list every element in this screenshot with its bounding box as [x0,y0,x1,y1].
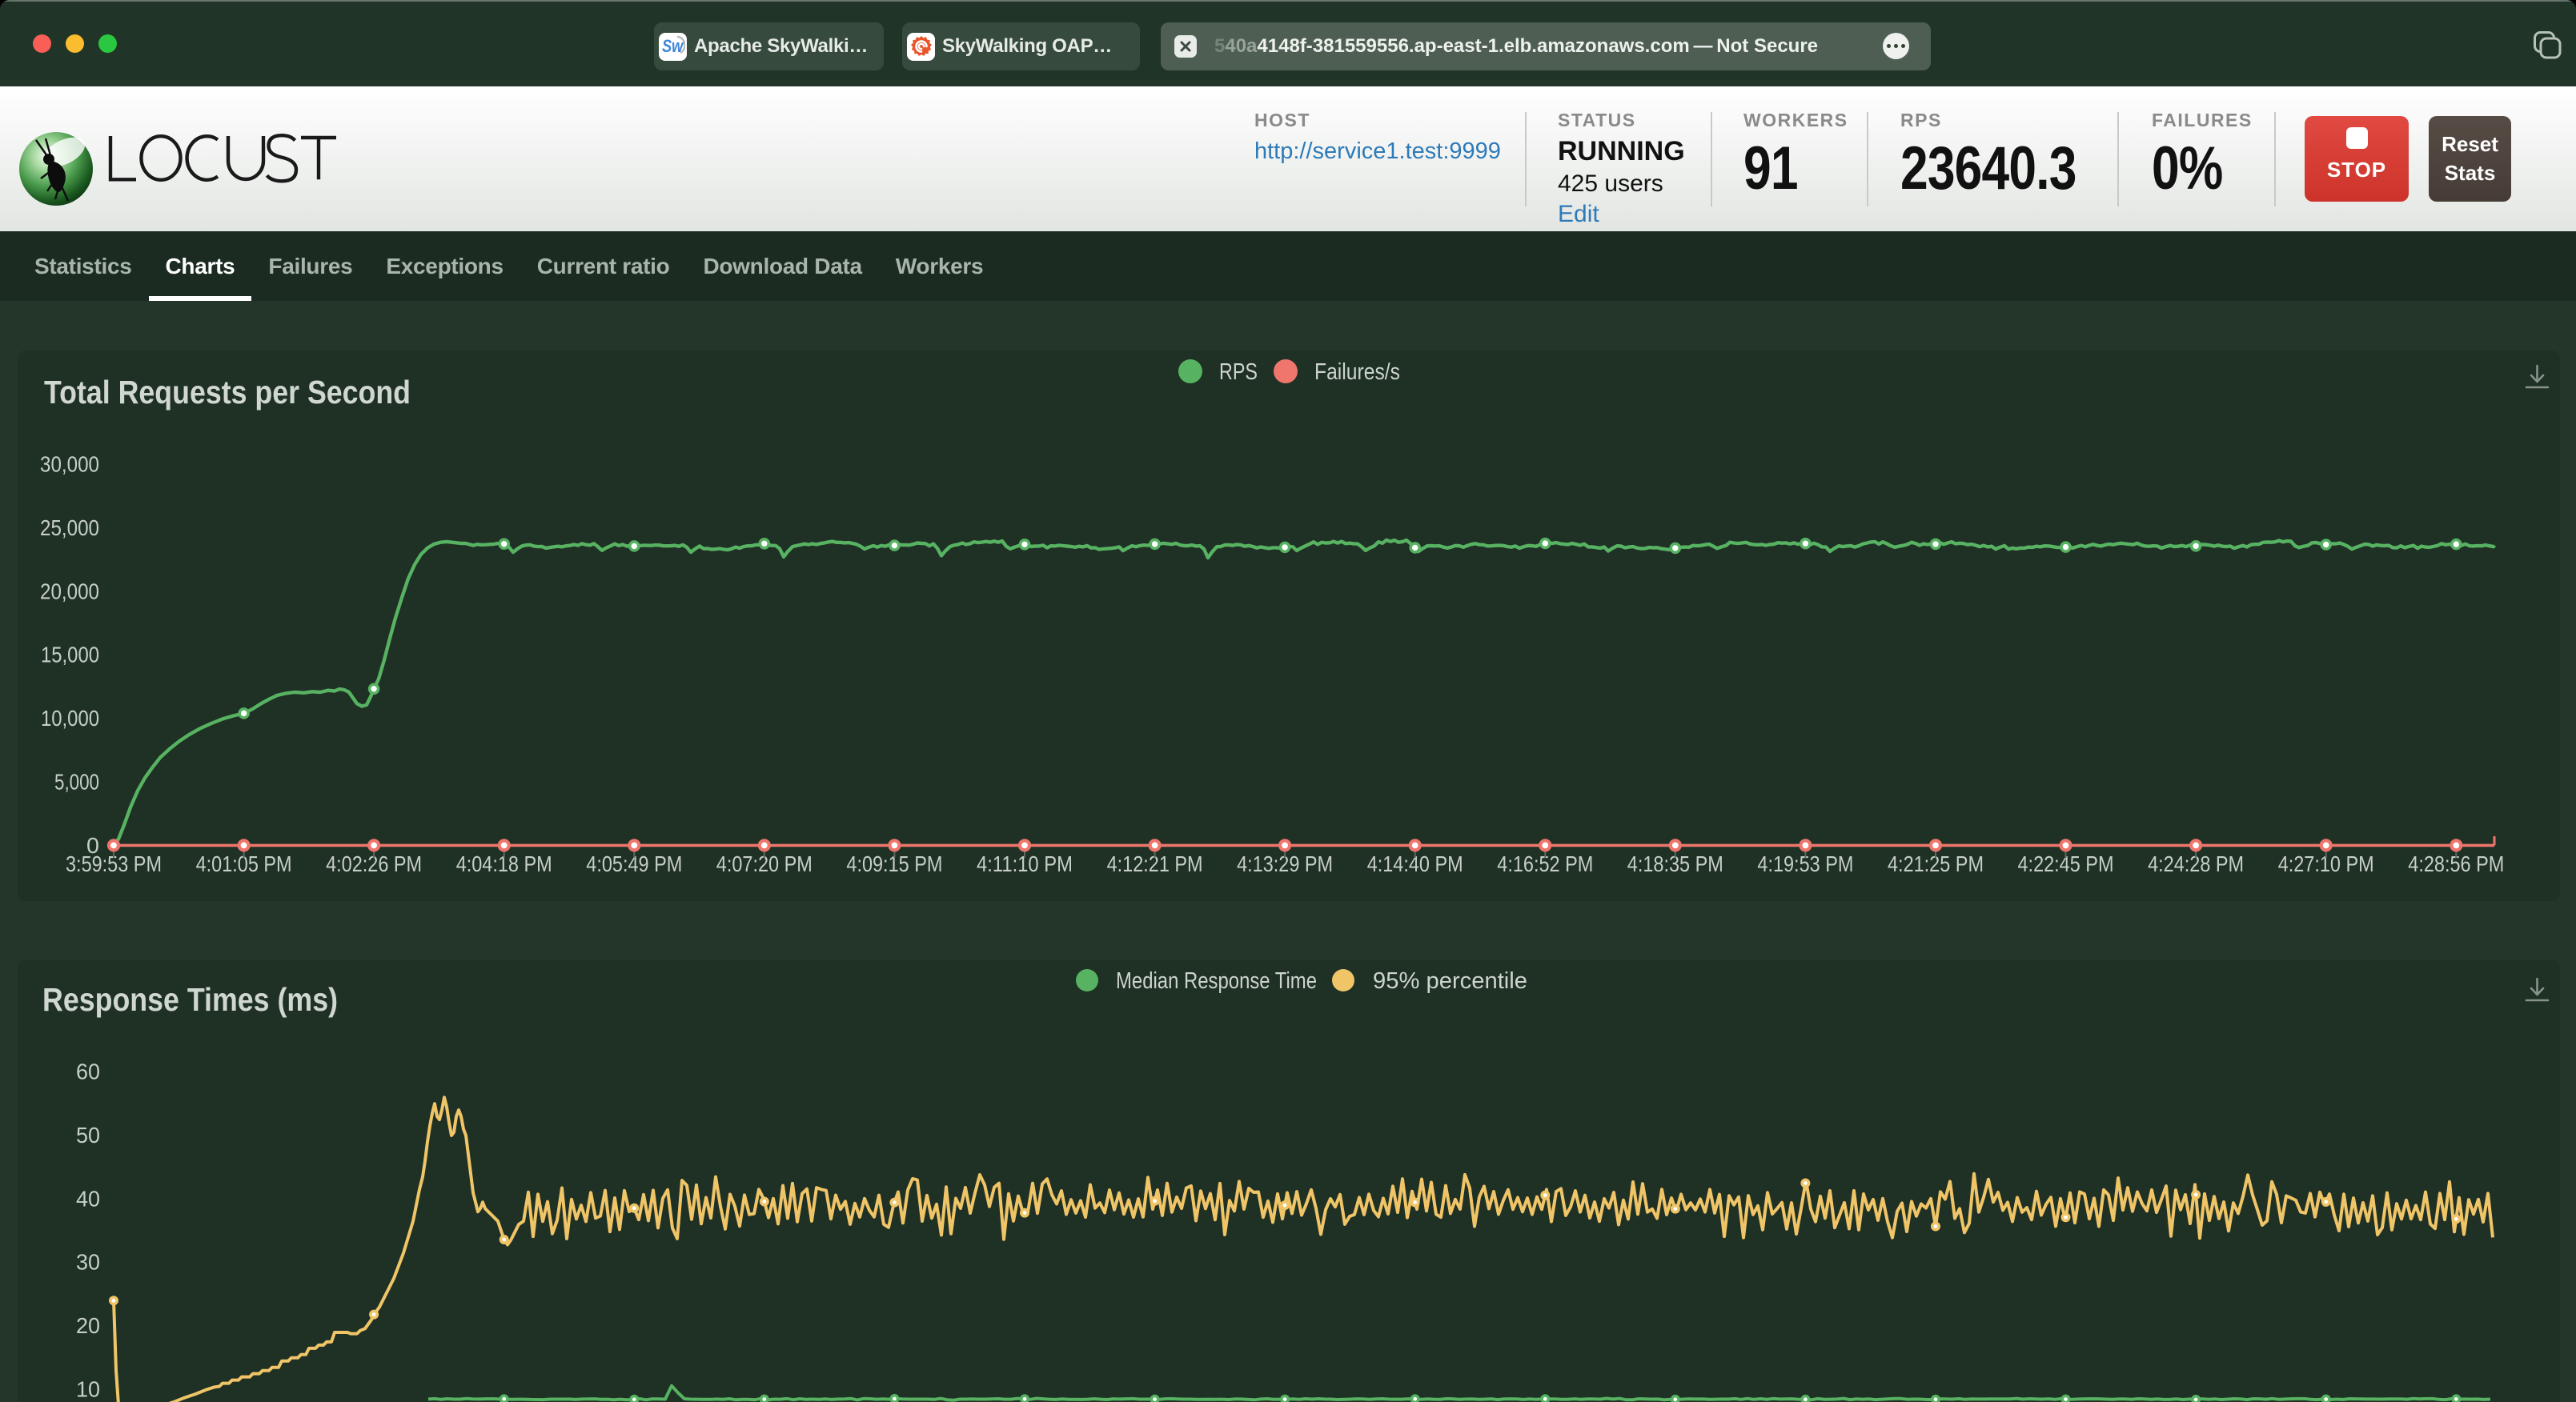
svg-text:5,000: 5,000 [54,770,99,795]
svg-text:Median Response Time: Median Response Time [1116,968,1317,994]
svg-text:Response Times (ms): Response Times (ms) [42,981,338,1018]
svg-text:40: 40 [76,1186,100,1211]
svg-text:25,000: 25,000 [40,515,99,540]
svg-text:30: 30 [76,1250,100,1275]
svg-text:30,000: 30,000 [40,452,99,477]
svg-text:15,000: 15,000 [41,643,99,667]
svg-text:95% percentile: 95% percentile [1373,968,1527,994]
svg-text:10: 10 [76,1377,100,1402]
svg-text:Sw: Sw [662,36,684,56]
svg-text:Failures/s: Failures/s [1314,359,1400,385]
svg-text:20,000: 20,000 [40,579,99,603]
svg-text:60: 60 [76,1060,100,1084]
svg-text:RPS: RPS [1219,359,1258,385]
svg-text:50: 50 [76,1123,100,1148]
svg-text:Total Requests per Second: Total Requests per Second [44,374,411,411]
svg-text:10,000: 10,000 [41,706,99,731]
svg-text:20: 20 [76,1313,100,1338]
